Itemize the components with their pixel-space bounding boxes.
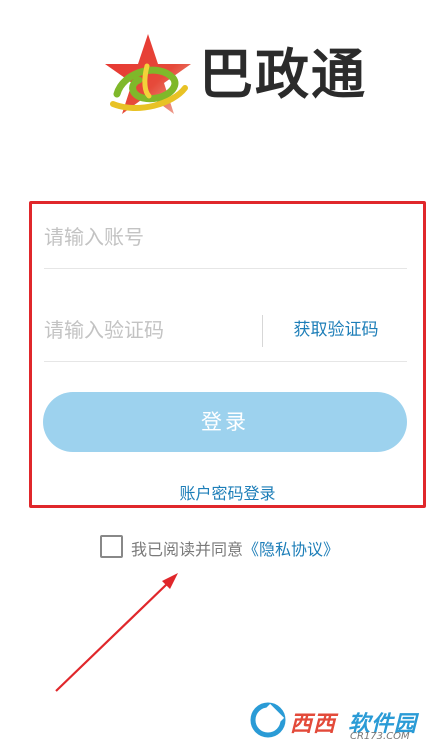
app-name: 巴政通 [199,43,367,106]
annotation-arrow-icon [55,573,178,692]
watermark-brand-a: 西西 [290,712,337,737]
verification-code-field: 获取验证码 [44,301,407,362]
star-logo-icon [105,34,191,114]
verification-code-input[interactable] [44,301,244,359]
agreement-text: 我已阅读并同意《隐私协议》 [131,536,339,560]
field-divider [262,315,263,347]
password-login-link[interactable]: 账户密码登录 [32,480,423,504]
account-input[interactable] [44,208,407,266]
watermark: 西西 软件园 CR173.COM [248,700,440,744]
watermark-site: CR173.COM [350,731,410,742]
app-logo: 巴政通 [103,28,365,118]
account-field [44,208,407,269]
privacy-policy-link[interactable]: 《隐私协议》 [243,540,339,559]
login-button[interactable]: 登录 [43,392,407,452]
get-code-button[interactable]: 获取验证码 [276,301,396,359]
agreement-prefix: 我已阅读并同意 [131,540,244,559]
watermark-logo-icon [250,702,286,738]
login-form: 获取验证码 登录 账户密码登录 [29,201,426,508]
agreement-checkbox[interactable] [100,535,123,558]
